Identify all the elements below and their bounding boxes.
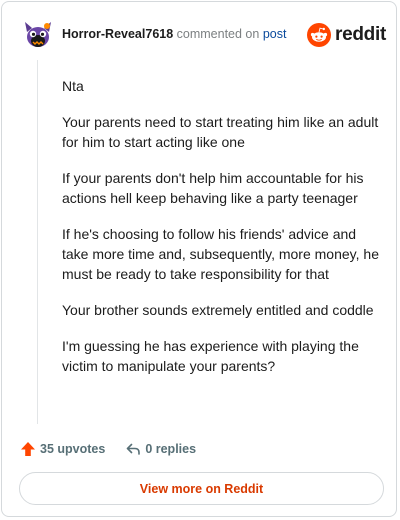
comment-header: Horror-Reveal7618 commented on post redd… [18, 16, 388, 52]
commented-on-text: commented on [176, 27, 260, 41]
reddit-brand[interactable]: reddit [307, 22, 386, 48]
username-link[interactable]: Horror-Reveal7618 [62, 27, 173, 41]
reply-count: 0 replies [145, 442, 197, 456]
comment-paragraph: If he's choosing to follow his friends' … [62, 226, 379, 282]
reddit-logo-icon [307, 23, 332, 47]
reply-button[interactable]: 0 replies [125, 441, 196, 457]
upvote-count: 35 upvotes [40, 442, 106, 456]
comment-card: Horror-Reveal7618 commented on post redd… [1, 1, 397, 517]
reply-arrow-icon [125, 441, 141, 457]
comment-paragraph: Your parents need to start treating him … [62, 114, 379, 150]
comment-meta: Horror-Reveal7618 commented on post [62, 27, 286, 41]
comment-body: Nta Your parents need to start treating … [62, 76, 382, 392]
upvote-button[interactable]: 35 upvotes [20, 441, 105, 457]
upvote-arrow-icon [20, 441, 36, 457]
thread-line [37, 60, 38, 424]
comment-actions: 35 upvotes 0 replies [20, 439, 196, 459]
reddit-wordmark: reddit [335, 24, 386, 45]
post-link[interactable]: post [263, 27, 287, 41]
comment-paragraph: Nta [62, 78, 84, 94]
comment-paragraph: If your parents don't help him accountab… [62, 170, 364, 206]
view-more-button[interactable]: View more on Reddit [19, 472, 384, 505]
comment-paragraph: I'm guessing he has experience with play… [62, 338, 359, 374]
comment-paragraph: Your brother sounds extremely entitled a… [62, 302, 374, 318]
snoo-avatar-icon[interactable] [22, 18, 54, 50]
